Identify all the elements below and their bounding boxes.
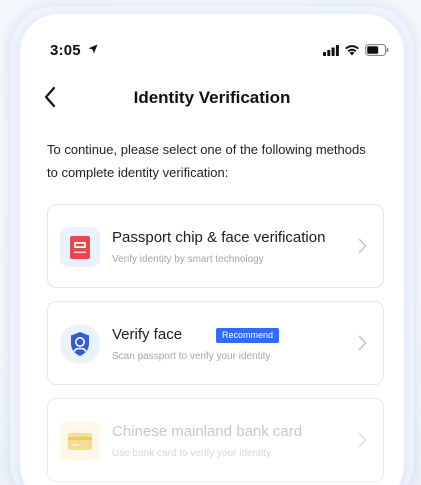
status-bar: 3:05 — [20, 14, 404, 59]
page-title: Identity Verification — [133, 88, 291, 107]
option-subtitle: Use bank card to verify your identity — [112, 448, 271, 459]
face-shield-icon — [71, 332, 89, 356]
option-passport-chip-face[interactable]: Passport chip & face verification Verify… — [47, 204, 384, 288]
wifi-icon — [345, 45, 359, 56]
bank-card-icon-wrap — [60, 421, 100, 461]
option-subtitle: Scan passport to verify your identity — [112, 351, 271, 362]
instructions-text: To continue, please select one of the fo… — [47, 142, 366, 180]
bank-card-icon — [68, 433, 92, 450]
chevron-right-icon — [358, 238, 367, 254]
chevron-right-icon — [358, 432, 367, 448]
option-verify-face[interactable]: Verify face Recommend Scan passport to v… — [47, 301, 384, 385]
chevron-right-icon — [358, 335, 367, 351]
option-subtitle: Verify identity by smart technology — [112, 254, 264, 265]
cellular-signal-icon — [323, 45, 339, 56]
option-bank-card[interactable]: Chinese mainland bank card Use bank card… — [47, 398, 384, 482]
option-title: Passport chip & face verification — [112, 229, 326, 246]
status-time: 3:05 — [50, 42, 81, 59]
phone-frame: 3:05 Identity Verification To continue, … — [20, 14, 404, 485]
passport-chip-icon — [70, 236, 90, 259]
location-arrow-icon — [88, 44, 98, 54]
option-title: Verify face — [112, 326, 183, 343]
screen: 3:05 Identity Verification To continue, … — [0, 0, 421, 485]
battery-icon — [365, 44, 389, 56]
face-shield-icon-wrap — [60, 324, 100, 364]
option-title: Chinese mainland bank card — [112, 423, 303, 440]
recommend-badge: Recommend — [216, 328, 280, 343]
passport-chip-icon-wrap — [60, 227, 100, 267]
